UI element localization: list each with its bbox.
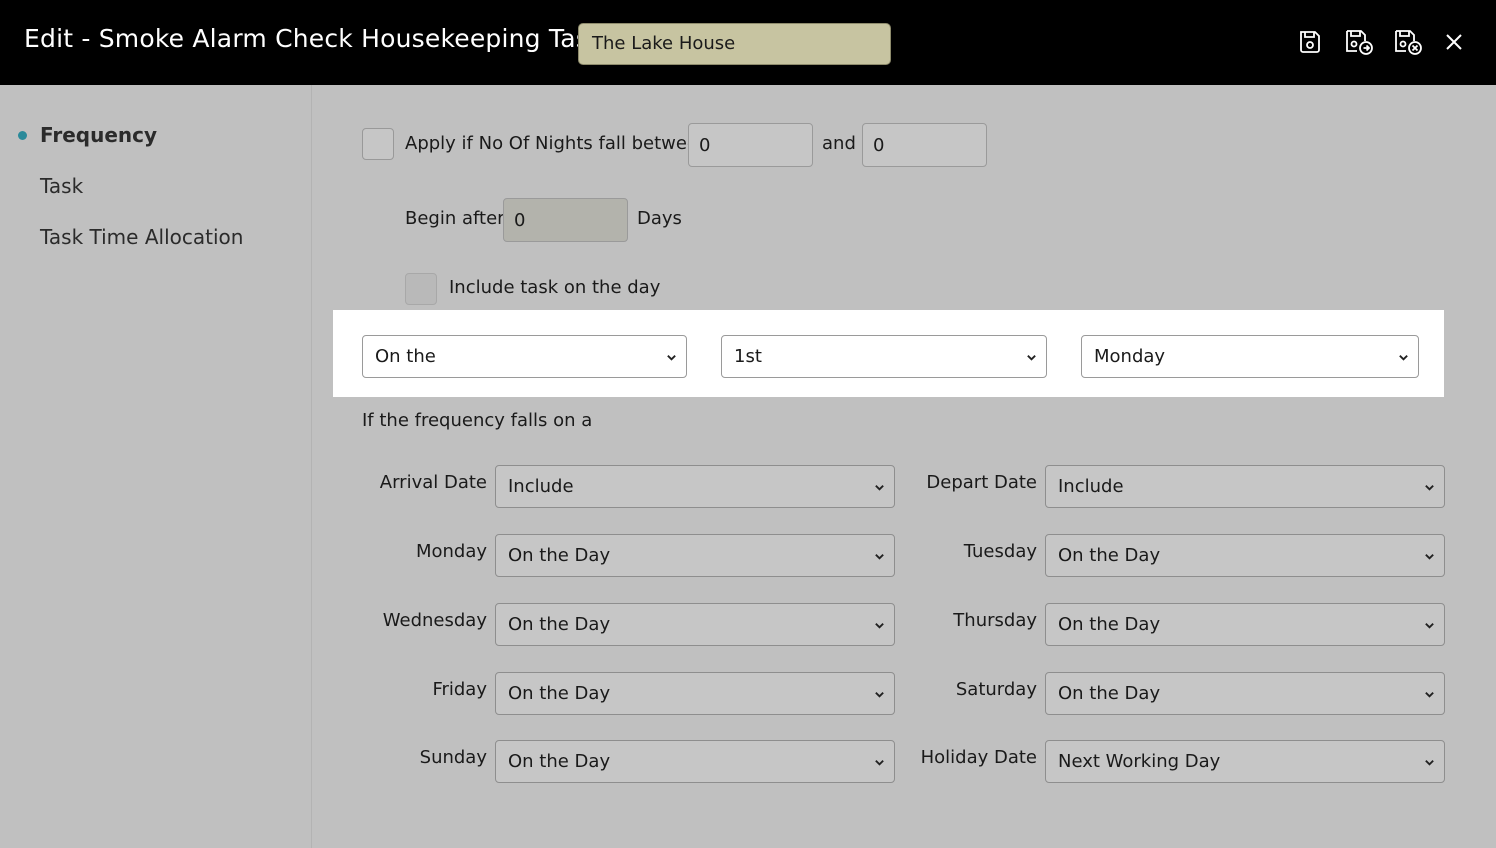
chevron-down-icon [667,355,676,361]
begin-after-input[interactable]: 0 [503,198,628,242]
chevron-down-icon [875,623,884,629]
chevron-down-icon [1425,554,1434,560]
chevron-down-icon [1425,692,1434,698]
arrival-date-select[interactable]: Include [495,465,895,508]
frequency-occurrence-value: 1st [734,346,762,367]
sidebar-item-task-time-allocation[interactable]: Task Time Allocation [40,225,243,249]
page-title: Edit - Smoke Alarm Check Housekeeping Ta… [24,24,604,53]
holiday-date-select[interactable]: Next Working Day [1045,740,1445,783]
thursday-label: Thursday [953,610,1037,631]
sidebar [0,85,312,848]
close-button[interactable] [1438,25,1470,59]
frequency-mode-value: On the [375,346,436,367]
chevron-down-icon [1425,485,1434,491]
save-icon [1300,31,1320,53]
monday-value: On the Day [508,545,611,566]
frequency-weekday-value: Monday [1094,346,1166,367]
nights-from-input[interactable]: 0 [688,123,813,167]
tuesday-label: Tuesday [963,541,1037,562]
arrival-date-value: Include [508,476,574,497]
frequency-mode-select[interactable]: On the [362,335,687,378]
include-task-checkbox[interactable] [405,273,437,305]
sidebar-item-frequency[interactable]: Frequency [40,123,157,147]
chevron-down-icon [1425,760,1434,766]
apply-nights-label: Apply if No Of Nights fall between [405,133,710,154]
frequency-weekday-select[interactable]: Monday [1081,335,1419,378]
save-button[interactable] [1294,25,1326,59]
depart-date-value: Include [1058,476,1124,497]
holiday-date-label: Holiday Date [920,747,1037,768]
chevron-down-icon [1027,355,1036,361]
holiday-date-value: Next Working Day [1058,751,1221,772]
saturday-select[interactable]: On the Day [1045,672,1445,715]
save-and-exit-icon [1346,30,1373,55]
thursday-value: On the Day [1058,614,1161,635]
monday-select[interactable]: On the Day [495,534,895,577]
nights-to-input[interactable]: 0 [862,123,987,167]
depart-date-label: Depart Date [926,472,1037,493]
friday-value: On the Day [508,683,611,704]
apply-nights-checkbox[interactable] [362,128,394,160]
tuesday-select[interactable]: On the Day [1045,534,1445,577]
property-selector[interactable]: The Lake House [578,23,891,65]
chevron-down-icon [875,554,884,560]
sunday-label: Sunday [419,747,487,768]
wednesday-label: Wednesday [382,610,487,631]
and-label: and [822,133,856,154]
monday-label: Monday [415,541,487,562]
active-indicator-dot [18,131,27,140]
chevron-down-icon [1399,355,1408,361]
save-and-exit-button[interactable] [1344,25,1376,59]
begin-after-label: Begin after [405,208,505,229]
save-and-cancel-button[interactable] [1393,25,1425,59]
friday-label: Friday [432,679,487,700]
arrival-date-label: Arrival Date [379,472,487,493]
friday-select[interactable]: On the Day [495,672,895,715]
depart-date-select[interactable]: Include [1045,465,1445,508]
chevron-down-icon [875,692,884,698]
frequency-occurrence-select[interactable]: 1st [721,335,1047,378]
chevron-down-icon [875,485,884,491]
chevron-down-icon [1425,623,1434,629]
saturday-label: Saturday [955,679,1037,700]
chevron-down-icon [875,760,884,766]
falls-on-heading: If the frequency falls on a [362,410,593,431]
wednesday-value: On the Day [508,614,611,635]
saturday-value: On the Day [1058,683,1161,704]
close-icon [1446,34,1462,50]
cancel-icon [1395,30,1422,55]
days-label: Days [637,208,682,229]
include-task-label: Include task on the day [449,277,661,298]
sunday-value: On the Day [508,751,611,772]
thursday-select[interactable]: On the Day [1045,603,1445,646]
tuesday-value: On the Day [1058,545,1161,566]
wednesday-select[interactable]: On the Day [495,603,895,646]
header-bar: Edit - Smoke Alarm Check Housekeeping Ta… [0,0,1496,85]
sunday-select[interactable]: On the Day [495,740,895,783]
sidebar-item-task[interactable]: Task [40,174,83,198]
